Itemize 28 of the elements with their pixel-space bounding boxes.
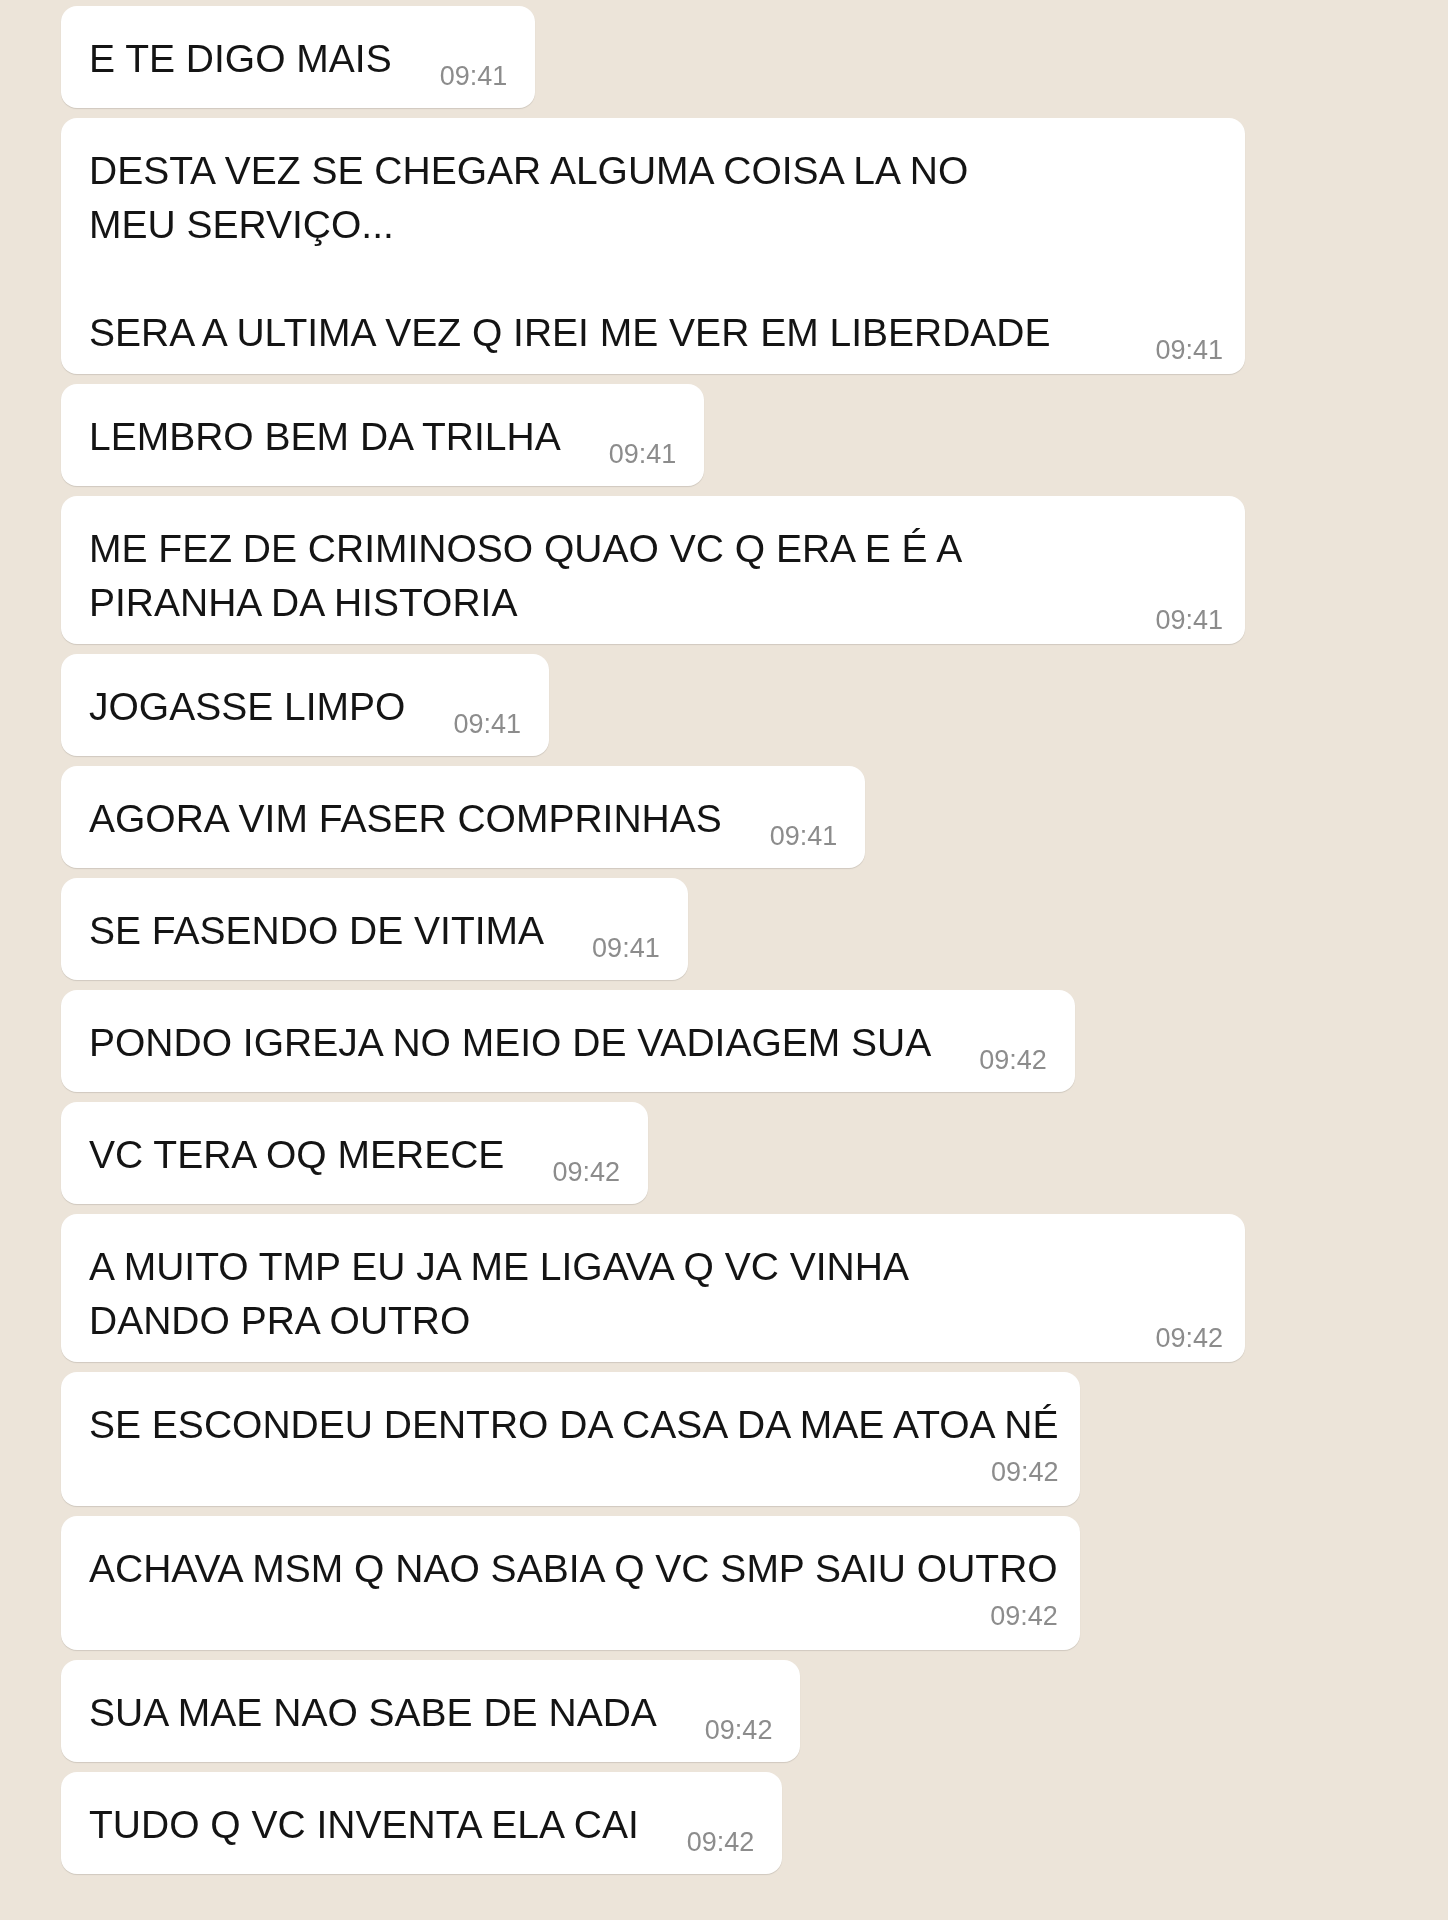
message-text: ACHAVA MSM Q NAO SABIA Q VC SMP SAIU OUTRO xyxy=(89,1546,1058,1592)
message-time: 09:41 xyxy=(592,932,660,965)
message-text: ME FEZ DE CRIMINOSO QUAO VC Q ERA E É A PIRANHA DA HISTORIA xyxy=(89,526,963,626)
message-time: 09:41 xyxy=(439,60,508,93)
message-time: 09:42 xyxy=(990,1600,1058,1633)
message-time: 09:42 xyxy=(1155,1322,1223,1355)
message-time: 09:41 xyxy=(769,820,838,853)
message-time: 09:42 xyxy=(990,1456,1059,1489)
message-text: LEMBRO BEM DA TRILHA xyxy=(89,414,561,460)
message-text: SUA MAE NAO SABE DE NADA xyxy=(89,1690,657,1736)
message-time: 09:41 xyxy=(608,438,677,471)
message-time: 09:42 xyxy=(979,1044,1047,1077)
message-time: 09:41 xyxy=(453,708,521,741)
message-text: A MUITO TMP EU JA ME LIGAVA Q VC VINHA DANDO PRA OUTRO xyxy=(89,1244,909,1344)
message-text: PONDO IGREJA NO MEIO DE VADIAGEM SUA xyxy=(89,1020,932,1066)
message-time: 09:42 xyxy=(704,1714,773,1747)
message-text: AGORA VIM FASER COMPRINHAS xyxy=(89,796,722,842)
message-text: E TE DIGO MAIS xyxy=(89,36,392,82)
message-text: JOGASSE LIMPO xyxy=(89,684,406,730)
message-time: 09:41 xyxy=(1155,334,1223,367)
message-text: DESTA VEZ SE CHEGAR ALGUMA COISA LA NO MEU SERVIÇO... SERA A ULTIMA VEZ Q IREI ME VER EM LIBERDADE xyxy=(89,148,1051,356)
message-time: 09:41 xyxy=(1155,604,1223,637)
message-text: SE FASENDO DE VITIMA xyxy=(89,908,545,954)
message-time: 09:42 xyxy=(552,1156,620,1189)
message-text: SE ESCONDEU DENTRO DA CASA DA MAE ATOA NÉ xyxy=(89,1402,1059,1448)
message-text: VC TERA OQ MERECE xyxy=(89,1132,505,1178)
message-text: TUDO Q VC INVENTA ELA CAI xyxy=(89,1802,639,1848)
message-time: 09:42 xyxy=(686,1826,755,1859)
